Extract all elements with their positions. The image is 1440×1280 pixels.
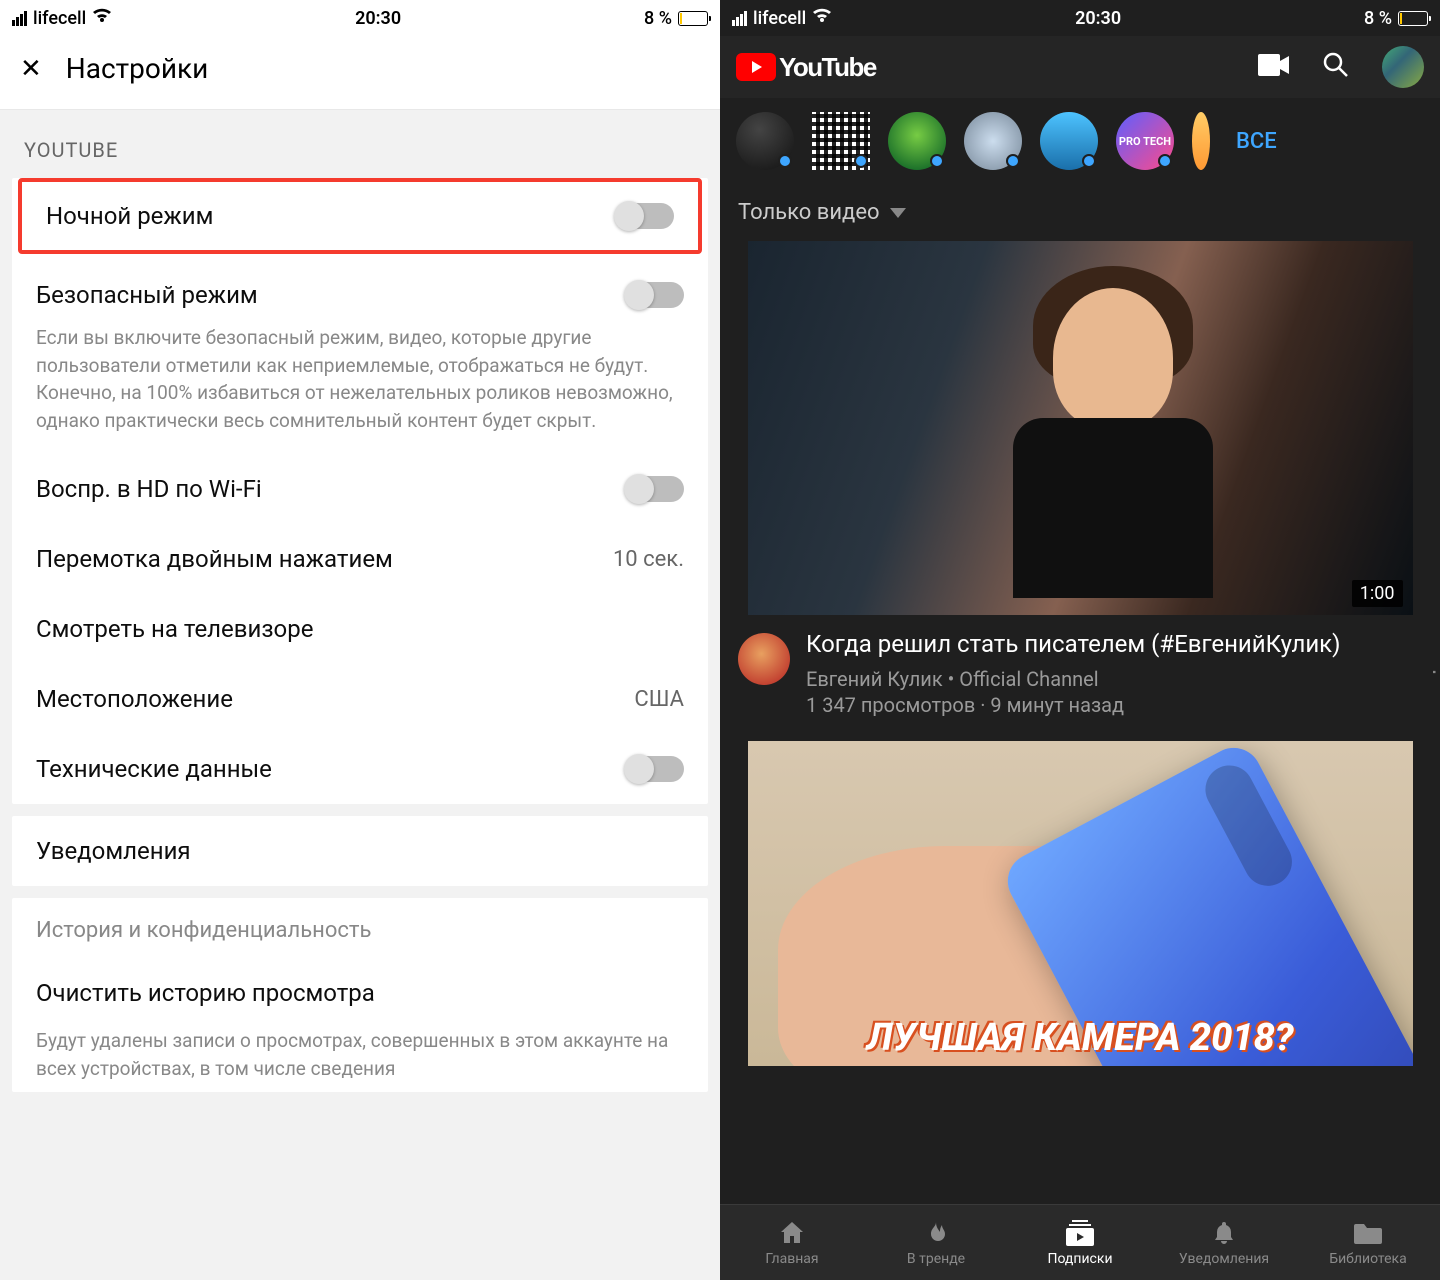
account-avatar[interactable] (1382, 46, 1424, 88)
channel-avatar[interactable] (736, 112, 794, 170)
setting-double-tap[interactable]: Перемотка двойным нажатием 10 сек. (12, 524, 708, 594)
search-icon[interactable] (1322, 51, 1350, 83)
video-thumbnail[interactable]: ЛУЧШАЯ КАМЕРА 2018? (748, 741, 1413, 1066)
setting-tv[interactable]: Смотреть на телевизоре (12, 594, 708, 664)
video-card: ЛУЧШАЯ КАМЕРА 2018? (720, 741, 1440, 1066)
settings-card-notif: Уведомления (12, 816, 708, 886)
battery-percent: 8 % (644, 8, 672, 29)
video-thumbnail[interactable]: 1:00 (748, 241, 1413, 615)
tab-label: Библиотека (1329, 1251, 1406, 1267)
video-card: 1:00 Когда решил стать писателем (#Евген… (720, 241, 1440, 717)
filter-label: Только видео (738, 200, 880, 225)
video-channel: Евгений Кулик • Official Channel (806, 667, 1382, 691)
bell-icon (1212, 1219, 1236, 1247)
close-icon[interactable]: ✕ (20, 54, 42, 84)
signal-icon (12, 11, 27, 26)
tab-library[interactable]: Библиотека (1296, 1205, 1440, 1280)
battery-icon (678, 11, 708, 26)
video-title[interactable]: Когда решил стать писателем (#ЕвгенийКул… (806, 629, 1382, 659)
settings-pane: lifecell 20:30 8 % ✕ Настройки YOUTUBE Н… (0, 0, 720, 1280)
folder-icon (1354, 1219, 1382, 1247)
youtube-feed-pane: lifecell 20:30 8 % YouTube (720, 0, 1440, 1280)
setting-label: Безопасный режим (36, 281, 258, 309)
tab-subscriptions[interactable]: Подписки (1008, 1205, 1152, 1280)
setting-notifications[interactable]: Уведомления (12, 816, 708, 886)
tab-label: В тренде (907, 1251, 965, 1267)
tab-label: Главная (765, 1251, 818, 1267)
youtube-header: YouTube (720, 36, 1440, 98)
status-time: 20:30 (1075, 8, 1121, 29)
status-bar: lifecell 20:30 8 % (0, 0, 720, 36)
setting-value: 10 сек. (613, 547, 684, 572)
video-stats: 1 347 просмотров · 9 минут назад (806, 693, 1382, 717)
settings-card-history: История и конфиденциальность Очистить ис… (12, 898, 708, 1092)
channel-avatar[interactable] (1040, 112, 1098, 170)
status-time: 20:30 (355, 8, 401, 29)
setting-label: Технические данные (36, 755, 272, 783)
settings-card-main: Ночной режим Безопасный режим Если вы вк… (12, 178, 708, 804)
setting-value: США (634, 687, 684, 712)
channel-avatar[interactable] (812, 112, 870, 170)
section-header-youtube: YOUTUBE (0, 110, 720, 178)
video-overlay-title: ЛУЧШАЯ КАМЕРА 2018? (867, 1016, 1294, 1060)
channel-avatar[interactable] (888, 112, 946, 170)
carrier-label: lifecell (753, 8, 806, 29)
flame-icon (924, 1219, 948, 1247)
setting-dark-theme[interactable]: Ночной режим (18, 178, 702, 254)
setting-label: Воспр. в HD по Wi-Fi (36, 475, 262, 503)
setting-label: Перемотка двойным нажатием (36, 545, 393, 573)
toggle-switch[interactable] (626, 476, 684, 502)
bottom-tab-bar: Главная В тренде Подписки Уведомления Би… (720, 1204, 1440, 1280)
battery-icon (1398, 11, 1428, 26)
tab-notifications[interactable]: Уведомления (1152, 1205, 1296, 1280)
setting-description: Будут удалены записи о просмотрах, совер… (12, 1027, 708, 1092)
toggle-switch[interactable] (616, 203, 674, 229)
section-header-history: История и конфиденциальность (12, 898, 708, 959)
tab-trending[interactable]: В тренде (864, 1205, 1008, 1280)
settings-header: ✕ Настройки (0, 36, 720, 110)
video-duration: 1:00 (1352, 580, 1403, 607)
setting-label: Местоположение (36, 685, 233, 713)
channel-avatar[interactable] (964, 112, 1022, 170)
setting-label: Ночной режим (46, 202, 213, 230)
youtube-play-icon (736, 53, 776, 81)
more-icon[interactable]: ⋮ (1366, 661, 1440, 685)
toggle-switch[interactable] (626, 282, 684, 308)
camera-icon[interactable] (1258, 54, 1290, 80)
wifi-icon (92, 8, 112, 29)
setting-hd-wifi[interactable]: Воспр. в HD по Wi-Fi (12, 454, 708, 524)
setting-label: Уведомления (36, 837, 191, 865)
tab-home[interactable]: Главная (720, 1205, 864, 1280)
toggle-switch[interactable] (626, 756, 684, 782)
home-icon (779, 1219, 805, 1247)
status-bar: lifecell 20:30 8 % (720, 0, 1440, 36)
tab-label: Подписки (1047, 1251, 1112, 1267)
setting-location[interactable]: Местоположение США (12, 664, 708, 734)
chevron-down-icon (890, 208, 906, 218)
tab-label: Уведомления (1179, 1251, 1269, 1267)
setting-description: Если вы включите безопасный режим, видео… (12, 324, 708, 454)
channel-avatar[interactable] (1192, 112, 1210, 170)
settings-title: Настройки (66, 52, 208, 85)
signal-icon (732, 11, 747, 26)
setting-stats[interactable]: Технические данные (12, 734, 708, 804)
channel-avatar[interactable]: PRO TECH (1116, 112, 1174, 170)
filter-dropdown[interactable]: Только видео (720, 184, 1440, 241)
youtube-logo[interactable]: YouTube (736, 52, 876, 83)
carrier-label: lifecell (33, 8, 86, 29)
setting-restricted[interactable]: Безопасный режим (12, 254, 708, 324)
setting-label: Смотреть на телевизоре (36, 615, 313, 643)
all-channels-link[interactable]: ВСЕ (1236, 129, 1277, 154)
youtube-wordmark: YouTube (779, 52, 876, 83)
channel-strip: PRO TECH ВСЕ (720, 98, 1440, 184)
subscriptions-icon (1066, 1219, 1094, 1247)
wifi-icon (812, 8, 832, 29)
channel-avatar[interactable] (738, 633, 790, 685)
setting-clear-history[interactable]: Очистить историю просмотра (12, 959, 708, 1027)
battery-percent: 8 % (1364, 8, 1392, 29)
